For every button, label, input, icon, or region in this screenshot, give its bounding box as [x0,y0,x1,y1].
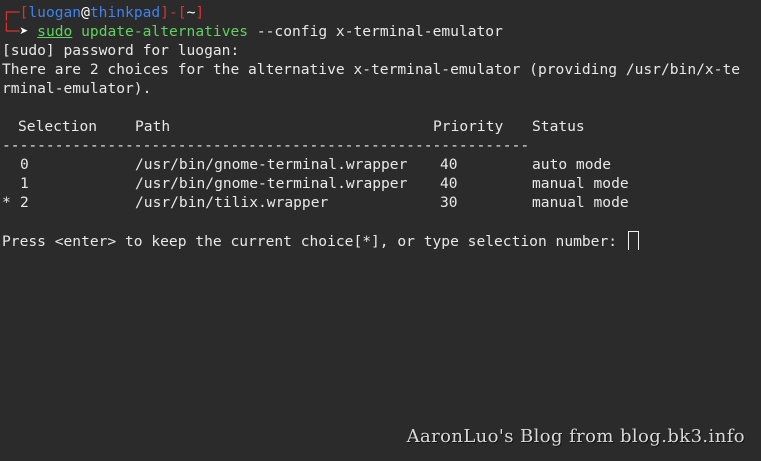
header-selection: Selection [18,118,98,135]
selection-prompt: Press <enter> to keep the current choice… [2,233,618,250]
row-priority: 30 [440,194,458,211]
table-row: 1/usr/bin/gnome-terminal.wrapper 40 manual… [2,174,759,193]
row-status: manual mode [532,194,629,211]
row-status: manual mode [532,175,629,192]
prompt-bracket-close: ] [160,4,169,21]
prompt-corner-bottom: └─ [2,23,20,40]
command-args: --config x-terminal-emulator [256,23,503,40]
row-selection: 0 [20,156,29,173]
prompt-at: @ [81,4,90,21]
prompt-user: luogan [28,4,82,21]
row-marker [2,174,20,193]
table-row: 0/usr/bin/gnome-terminal.wrapper 40 auto m… [2,155,759,174]
row-marker [2,155,20,174]
command-program: update-alternatives [81,23,249,40]
row-path: /usr/bin/tilix.wrapper [135,194,329,211]
row-status: auto mode [532,156,612,173]
choices-line-2: rminal-emulator). [2,80,152,97]
prompt-line: ┌─[luogan@thinkpad]-[~] [2,3,759,22]
blog-watermark: AaronLuo's Blog from blog.bk3.info [406,426,745,447]
choices-line-1: There are 2 choices for the alternative … [2,61,741,78]
row-path: /usr/bin/gnome-terminal.wrapper [135,156,408,173]
terminal-window[interactable]: ┌─[luogan@thinkpad]-[~] └─➤ sudo update-… [2,3,759,459]
header-status: Status [532,118,585,135]
command-sudo: sudo [37,23,73,40]
table-row: * 2/usr/bin/tilix.wrapper 30 manual mode [2,193,759,212]
table-separator: ----------------------------------------… [2,137,530,154]
terminal-cursor[interactable] [627,231,639,250]
row-selection: 2 [20,194,29,211]
header-path: Path [135,118,171,135]
prompt-dash: - [168,4,178,21]
prompt-arrow-icon: ➤ [19,23,29,40]
header-priority: Priority [433,118,504,135]
row-path: /usr/bin/gnome-terminal.wrapper [135,175,408,192]
row-selection: 1 [20,175,29,192]
prompt-dir-bracket-close: ] [195,4,205,21]
prompt-dir-bracket-open: [ [177,4,187,21]
selection-prompt-line: Press <enter> to keep the current choice… [2,231,759,250]
row-marker: * [2,194,11,211]
row-priority: 40 [440,156,458,173]
command-line: └─➤ sudo update-alternatives --config x-… [2,22,759,41]
password-line: [sudo] password for luogan: [2,42,240,59]
row-priority: 40 [440,175,458,192]
prompt-host: thinkpad [89,4,161,21]
table-header: Selection Path Priority Status [2,117,759,136]
prompt-corner-top: ┌─ [2,4,20,21]
